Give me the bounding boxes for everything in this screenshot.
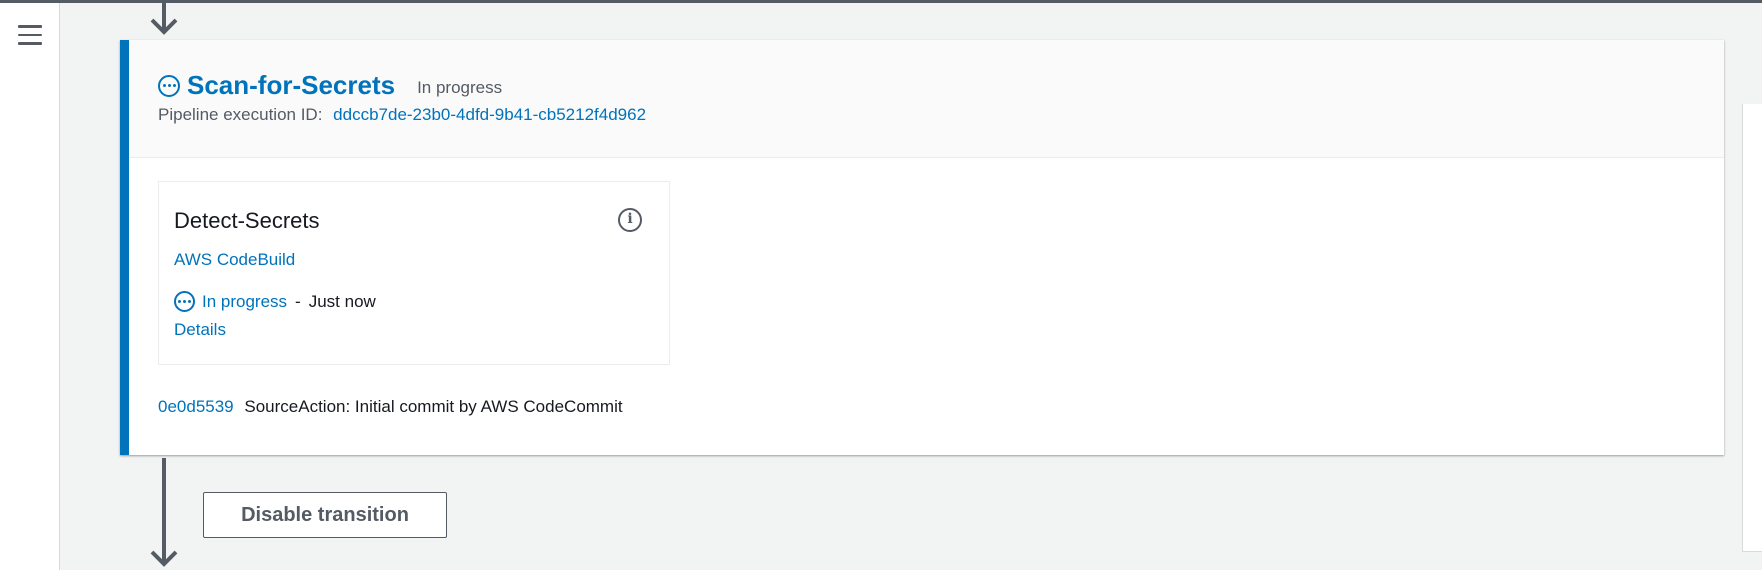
stage-header: Scan-for-Secrets In progress Pipeline ex… [129,40,1724,158]
transition-arrow-down-icon [150,458,178,567]
action-time: Just now [308,291,376,311]
right-side-panel [1742,104,1762,552]
hamburger-menu-icon[interactable] [18,25,42,45]
action-status-row: In progress - Just now [174,291,376,312]
top-border [0,0,1762,3]
stage-name-link[interactable]: Scan-for-Secrets [187,70,395,101]
stage-title-row: Scan-for-Secrets In progress [158,70,502,101]
action-name: Detect-Secrets [174,208,320,233]
action-status-link[interactable]: In progress [202,292,287,312]
details-link[interactable]: Details [174,320,226,340]
stage-card: Scan-for-Secrets In progress Pipeline ex… [120,40,1724,455]
left-navigation-rail [0,3,60,570]
in-progress-icon [174,291,195,312]
status-separator: - [295,291,301,311]
action-card: Detect-Secrets i AWS CodeBuild In progre… [158,181,670,365]
execution-id-label: Pipeline execution ID: [158,105,323,124]
commit-id-link[interactable]: 0e0d5539 [158,397,234,416]
commit-message: SourceAction: Initial commit by AWS Code… [244,397,623,416]
execution-id-row: Pipeline execution ID: ddccb7de-23b0-4df… [158,105,646,125]
stage-status: In progress [417,77,503,97]
in-progress-icon [158,74,180,97]
info-icon[interactable]: i [618,208,642,232]
commit-row: 0e0d5539 SourceAction: Initial commit by… [158,397,623,417]
disable-transition-button[interactable]: Disable transition [203,492,447,538]
execution-id-link[interactable]: ddccb7de-23b0-4dfd-9b41-cb5212f4d962 [333,105,646,124]
transition-arrow-down-icon [150,0,178,35]
action-provider-link[interactable]: AWS CodeBuild [174,250,295,270]
